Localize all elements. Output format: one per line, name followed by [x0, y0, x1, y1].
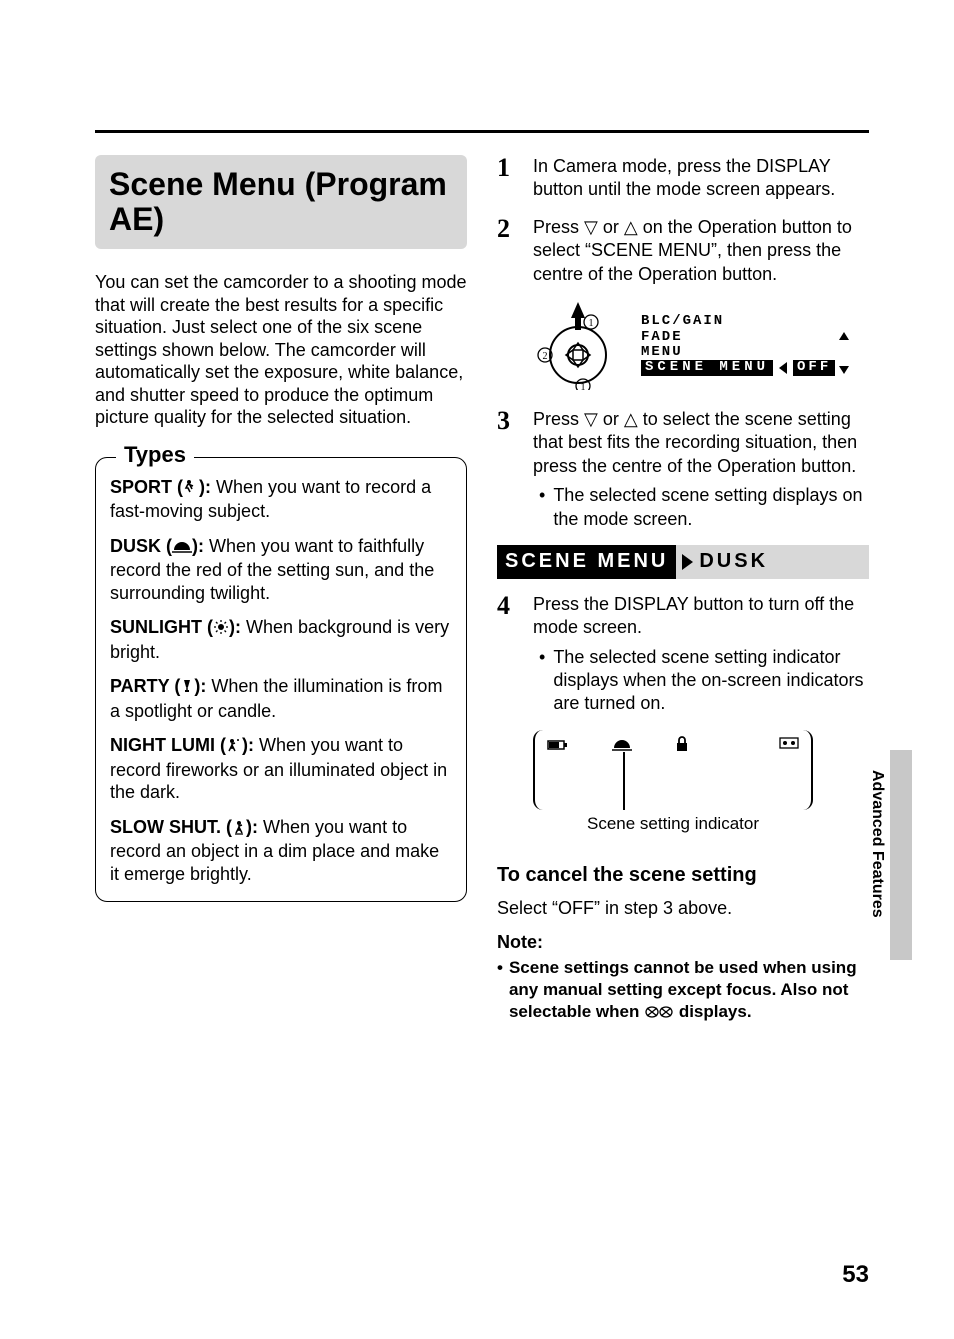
battery-icon: [547, 736, 569, 757]
bullet-text: The selected scene setting indicator dis…: [553, 646, 869, 716]
osd-screen: [533, 730, 813, 810]
columns: Scene Menu (Program AE) You can set the …: [95, 155, 869, 1026]
scene-bar-label: SCENE MENU: [497, 545, 676, 579]
dusk-icon: [172, 537, 192, 560]
osd-line: BLC/GAIN: [641, 314, 835, 329]
step-text: Press the DISPLAY button to turn off the…: [533, 594, 854, 637]
type-name: PARTY (: [110, 676, 180, 696]
note-heading: Note:: [497, 932, 869, 953]
top-rule: [95, 130, 869, 133]
bullet-dot: •: [539, 646, 545, 716]
osd-updown-icon: [839, 332, 849, 374]
svg-text:1: 1: [589, 318, 594, 329]
osd-menu-figure: 1 2 1 BLC/GAIN FADE MENU SCENE MENU OFF: [533, 300, 869, 390]
type-name-after: ):: [242, 735, 254, 755]
osd-selected-label: SCENE MENU: [641, 360, 773, 375]
scene-indicator-icon: [611, 736, 633, 757]
title-box: Scene Menu (Program AE): [95, 155, 467, 249]
bullet-text: The selected scene setting displays on t…: [553, 484, 869, 531]
side-tab-gray: [890, 750, 912, 960]
step-body: In Camera mode, press the DISPLAY button…: [533, 155, 869, 202]
types-heading: Types: [116, 442, 194, 468]
svg-text:1: 1: [581, 382, 586, 390]
type-name-after: ):: [192, 536, 204, 556]
types-frame: Types SPORT (): When you want to record …: [95, 457, 467, 903]
step-number: 2: [497, 216, 519, 286]
osd-line: FADE: [641, 330, 835, 345]
step-bullet: • The selected scene setting displays on…: [533, 484, 869, 531]
pointer-line: [623, 752, 625, 810]
step-3: 3 Press ▽ or △ to select the scene setti…: [497, 408, 869, 531]
type-slow-shut: SLOW SHUT. (): When you want to record a…: [110, 816, 452, 886]
sunlight-icon: [213, 618, 229, 641]
osd-indicator-figure: Scene setting indicator: [533, 730, 813, 834]
osd-line: MENU: [641, 345, 835, 360]
step-2: 2 Press ▽ or △ on the Operation button t…: [497, 216, 869, 286]
osd-selected-arrow-icon: [779, 362, 787, 374]
osd-icons: [547, 736, 689, 804]
scene-bar-value: DUSK: [699, 550, 768, 573]
step-body: Press the DISPLAY button to turn off the…: [533, 593, 869, 716]
intro-text: You can set the camcorder to a shooting …: [95, 271, 467, 429]
night-lumi-icon: [226, 736, 242, 759]
type-name: DUSK (: [110, 536, 172, 556]
step-4: 4 Press the DISPLAY button to turn off t…: [497, 593, 869, 716]
step-number: 1: [497, 155, 519, 202]
note-text-after: displays.: [679, 1002, 752, 1021]
type-dusk: DUSK (): When you want to faithfully rec…: [110, 535, 452, 605]
type-night-lumi: NIGHT LUMI (): When you want to record f…: [110, 734, 452, 804]
tape-icon: [779, 736, 799, 804]
party-icon: [180, 677, 194, 700]
type-name: NIGHT LUMI (: [110, 735, 226, 755]
cancel-heading: To cancel the scene setting: [497, 864, 869, 887]
step-number: 3: [497, 408, 519, 531]
page: Scene Menu (Program AE) You can set the …: [0, 0, 954, 1339]
type-name-after: ):: [229, 617, 241, 637]
side-label: Advanced Features: [868, 770, 886, 918]
step-body: Press ▽ or △ on the Operation button to …: [533, 216, 869, 286]
lock-icon: [675, 736, 689, 757]
step-number: 4: [497, 593, 519, 716]
type-name-after: ):: [246, 817, 258, 837]
left-column: Scene Menu (Program AE) You can set the …: [95, 155, 467, 1026]
sport-icon: [183, 478, 199, 501]
note-body: • Scene settings cannot be used when usi…: [497, 957, 869, 1025]
type-name: SLOW SHUT. (: [110, 817, 232, 837]
cancel-text: Select “OFF” in step 3 above.: [497, 897, 869, 920]
osd-selected-value: OFF: [793, 360, 835, 375]
step-bullet: • The selected scene setting indicator d…: [533, 646, 869, 716]
type-sport: SPORT (): When you want to record a fast…: [110, 476, 452, 523]
page-title: Scene Menu (Program AE): [109, 167, 453, 237]
scene-bar-arrow-icon: [682, 554, 693, 570]
type-name: SUNLIGHT (: [110, 617, 213, 637]
step-text: Press ▽ or △ to select the scene setting…: [533, 409, 857, 476]
bullet-dot: •: [497, 957, 503, 1025]
page-number: 53: [842, 1261, 869, 1289]
scene-menu-bar: SCENE MENU DUSK: [497, 545, 869, 579]
type-name-after: ):: [199, 477, 211, 497]
operation-button-icon: 1 2 1: [533, 300, 623, 390]
step-body: Press ▽ or △ to select the scene setting…: [533, 408, 869, 531]
svg-text:2: 2: [543, 351, 548, 362]
type-party: PARTY (): When the illumination is from …: [110, 675, 452, 722]
type-name-after: ):: [194, 676, 206, 696]
osd-menu-text: BLC/GAIN FADE MENU SCENE MENU OFF: [641, 314, 835, 376]
osd-selected-row: SCENE MENU OFF: [641, 360, 835, 375]
step-1: 1 In Camera mode, press the DISPLAY butt…: [497, 155, 869, 202]
tape-missing-icon: [644, 1003, 674, 1025]
indicator-caption: Scene setting indicator: [533, 814, 813, 834]
right-column: 1 In Camera mode, press the DISPLAY butt…: [497, 155, 869, 1026]
type-name: SPORT (: [110, 477, 183, 497]
type-sunlight: SUNLIGHT (): When background is very bri…: [110, 616, 452, 663]
slow-shut-icon: [232, 818, 246, 841]
bullet-dot: •: [539, 484, 545, 531]
